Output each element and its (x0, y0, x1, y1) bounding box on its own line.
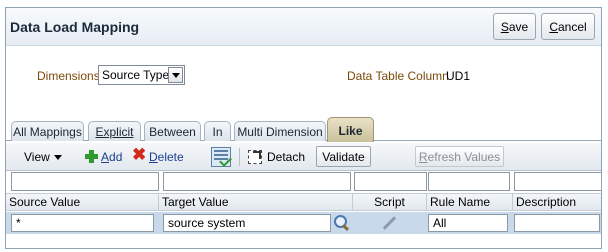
page-title: Data Load Mapping (10, 19, 140, 35)
tab-label: Like (338, 124, 363, 138)
save-button[interactable]: Save (493, 13, 536, 40)
validate-button[interactable]: Validate (316, 146, 371, 167)
data-load-mapping-panel: Data Load Mapping Save Cancel Dimensions… (5, 7, 602, 249)
refresh-label: efresh Values (427, 149, 501, 164)
panel-header: Data Load Mapping Save Cancel (6, 8, 601, 46)
tab-between[interactable]: Between (144, 121, 201, 141)
tab-like[interactable]: Like (327, 117, 374, 142)
toolbar-separator (239, 148, 240, 166)
chevron-down-icon (53, 155, 62, 161)
tab-explicit[interactable]: Explicit (88, 121, 141, 141)
data-table-column-value: UD1 (446, 69, 471, 83)
data-table-column-label: Data Table Column (347, 69, 449, 83)
description-input[interactable] (514, 214, 600, 232)
column-header-row: Source Value Target Value Script Rule Na… (6, 193, 601, 211)
add-label: dd (109, 150, 123, 164)
column-header-description[interactable]: Description (513, 194, 601, 211)
dimensions-selected-value: Source Type (102, 68, 170, 82)
column-header-target-value[interactable]: Target Value (159, 194, 353, 211)
tab-label: In (212, 125, 223, 139)
add-button[interactable]: Add (101, 143, 122, 171)
save-mnemonic: S (500, 19, 509, 34)
description-filter[interactable] (514, 172, 601, 191)
plus-icon[interactable] (85, 150, 98, 163)
add-mnemonic: A (101, 150, 110, 164)
cancel-label: ancel (557, 19, 587, 34)
tab-in[interactable]: In (204, 121, 231, 141)
cancel-button[interactable]: Cancel (541, 13, 595, 40)
column-header-source-value[interactable]: Source Value (6, 194, 159, 211)
pencil-icon[interactable] (382, 216, 398, 230)
tab-all-mappings[interactable]: All Mappings (11, 121, 84, 141)
refresh-values-button[interactable]: Refresh Values (415, 146, 504, 167)
tab-label: All Mappings (13, 125, 82, 139)
delete-mnemonic: D (149, 150, 158, 164)
tab-label: Between (149, 125, 196, 139)
column-header-rule-name[interactable]: Rule Name (427, 194, 513, 211)
delete-button[interactable]: Delete (149, 143, 184, 171)
table-row[interactable]: * source system All (6, 212, 601, 234)
rule-name-input[interactable]: All (428, 214, 508, 232)
search-icon[interactable] (332, 214, 350, 232)
cancel-mnemonic: C (549, 19, 558, 34)
chevron-down-icon[interactable] (168, 67, 183, 83)
mapping-toolbar: View Add ✖ Delete Detach Validate Refres… (6, 143, 601, 171)
column-header-script[interactable]: Script (353, 194, 427, 211)
mapping-tabs: All Mappings Explicit Between In Multi D… (6, 117, 601, 142)
source-value-filter[interactable] (11, 172, 159, 191)
save-label: ave (508, 19, 529, 34)
source-value-input[interactable]: * (11, 214, 154, 232)
refresh-mnemonic: R (418, 149, 428, 164)
grid-icon[interactable] (211, 147, 231, 167)
detach-button[interactable]: Detach (267, 143, 305, 171)
target-value-input[interactable]: source system (163, 214, 331, 232)
dimensions-label: Dimensions (37, 69, 100, 83)
detach-icon[interactable] (248, 150, 262, 164)
tab-label: Multi Dimension (237, 125, 323, 139)
view-label: View (24, 150, 50, 164)
rule-name-filter[interactable] (428, 172, 510, 191)
target-value-filter[interactable] (163, 172, 351, 191)
x-icon[interactable]: ✖ (132, 146, 147, 164)
script-filter[interactable] (354, 172, 427, 191)
view-menu[interactable]: View (24, 143, 62, 171)
tab-label: Explicit (95, 125, 134, 139)
dimensions-select[interactable]: Source Type (98, 65, 185, 85)
delete-label: elete (157, 150, 184, 164)
tab-multi-dimension[interactable]: Multi Dimension (234, 121, 326, 141)
